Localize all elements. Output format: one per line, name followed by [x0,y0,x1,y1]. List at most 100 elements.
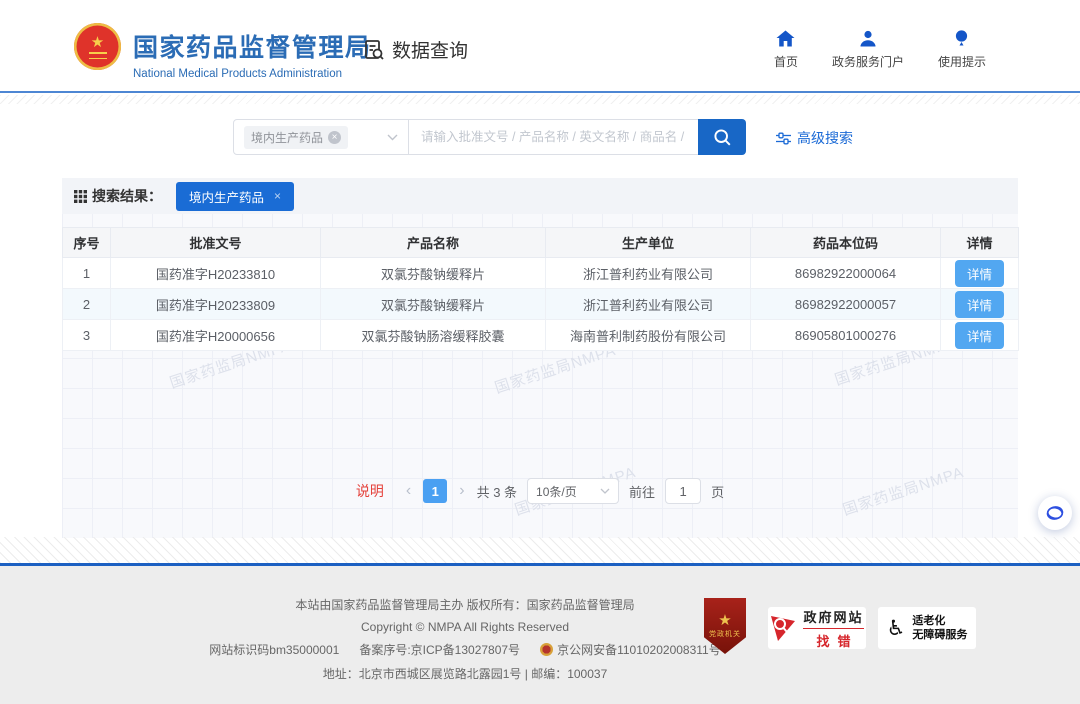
accessibility-top: 适老化 [912,614,945,628]
chevron-down-icon [600,488,610,494]
filter-tag-label: 境内生产药品 [189,187,264,206]
cell-detail: 详情 [941,289,1019,320]
gov-site-error-report-badge[interactable]: 政府网站 找错 [768,607,866,649]
accessibility-bottom: 无障碍服务 [912,628,967,642]
cell-approval-number: 国药准字H20233809 [111,289,321,320]
chat-scribble-icon [1045,504,1065,522]
filter-tag[interactable]: 境内生产药品 × [176,182,294,211]
cell-drug-code: 86982922000057 [751,289,941,320]
nav-item-home[interactable]: 首页 [774,30,798,70]
page-number-active[interactable]: 1 [423,479,447,503]
detail-button[interactable]: 详情 [955,260,1004,287]
advanced-search-link[interactable]: 高级搜索 [776,128,853,148]
nav-home-label: 首页 [774,53,798,70]
nav-item-gov-portal[interactable]: 政务服务门户 [832,30,904,70]
page-size-select[interactable]: 10条/页 [527,478,619,504]
error-report-icon [770,613,796,643]
detail-button[interactable]: 详情 [955,322,1004,349]
goto-suffix-label: 页 [711,482,724,501]
decorative-hatch-bottom [0,537,1080,563]
cell-drug-code: 86905801000276 [751,320,941,351]
next-page-icon[interactable]: › [457,482,466,500]
nav-usage-tips-label: 使用提示 [938,53,986,70]
accessibility-badge[interactable]: ♿ 适老化 无障碍服务 [878,607,976,649]
police-badge-icon [540,643,553,656]
footer-line1: 本站由国家药品监督管理局主办 版权所有：国家药品监督管理局 [150,596,780,613]
police-record: 京公网安备11010202008311号 [540,641,721,658]
cell-no: 1 [63,258,111,289]
col-header-no: 序号 [63,228,111,258]
org-subtitle: National Medical Products Administration [133,68,372,80]
nav-item-usage-tips[interactable]: 使用提示 [938,30,986,70]
wheelchair-icon: ♿ [887,616,906,640]
table-row: 2 国药准字H20233809 双氯芬酸钠缓释片 浙江普利药业有限公司 8698… [63,289,1019,320]
footer-line3: 网站标识码bm35000001 备案序号:京ICP备13027807号 京公网安… [150,641,780,658]
results-bar: 搜索结果： 境内生产药品 × [62,178,1018,214]
cell-approval-number: 国药准字H20233810 [111,258,321,289]
pagination: 说明 ‹ 1 › 共 3 条 10条/页 前往 页 [62,478,1018,504]
footer: 本站由国家药品监督管理局主办 版权所有：国家药品监督管理局 Copyright … [0,566,1080,704]
cell-manufacturer: 浙江普利药业有限公司 [546,258,751,289]
police-number: 京公网安备11010202008311号 [557,641,721,658]
col-header-code: 药品本位码 [751,228,941,258]
footer-text-block: 本站由国家药品监督管理局主办 版权所有：国家药品监督管理局 Copyright … [150,596,780,689]
results-table-wrap: 序号 批准文号 产品名称 生产单位 药品本位码 详情 1 国药准字H202338… [62,227,1018,351]
org-title: 国家药品监督管理局 [133,28,372,64]
prev-page-icon[interactable]: ‹ [404,482,413,500]
detail-button[interactable]: 详情 [955,291,1004,318]
filter-tag-close-icon[interactable]: × [274,189,281,203]
search-input[interactable] [409,119,699,155]
emblem-star-icon: ★ [91,35,104,50]
results-label: 搜索结果： [92,186,162,206]
cell-no: 2 [63,289,111,320]
search-icon [713,128,732,147]
bulb-icon [955,30,968,47]
category-tag-close-icon[interactable]: × [328,131,341,144]
user-icon [859,30,877,47]
grid-icon [74,190,87,203]
cell-product-name: 双氯芬酸钠缓释片 [321,258,546,289]
goto-page-input[interactable] [665,478,701,504]
doc-search-icon [362,38,386,62]
page: ★ 国家药品监督管理局 National Medical Products Ad… [0,0,1080,704]
cell-approval-number: 国药准字H20000656 [111,320,321,351]
total-count-label: 共 3 条 [477,482,517,501]
shield-star-icon: ★ [718,613,731,628]
footer-copyright: Copyright © NMPA All Rights Reserved [150,620,780,634]
category-tag-pill[interactable]: 境内生产药品 × [244,126,348,149]
emblem-gate-icon [89,52,107,59]
data-query-title[interactable]: 数据查询 [362,36,468,63]
col-header-manufacturer: 生产单位 [546,228,751,258]
note-link[interactable]: 说明 [356,481,384,501]
chevron-down-icon [387,134,398,141]
sliders-icon [776,132,791,145]
table-header-row: 序号 批准文号 产品名称 生产单位 药品本位码 详情 [63,228,1019,258]
col-header-approval: 批准文号 [111,228,321,258]
search-button[interactable] [698,119,746,155]
chat-float-button[interactable] [1038,496,1072,530]
national-emblem-logo: ★ [74,23,121,70]
cell-product-name: 双氯芬酸钠缓释片 [321,289,546,320]
cell-drug-code: 86982922000064 [751,258,941,289]
error-report-bottom: 找错 [808,631,858,650]
category-select[interactable]: 境内生产药品 × [233,119,409,155]
nav-gov-portal-label: 政务服务门户 [832,53,904,70]
org-title-block: 国家药品监督管理局 National Medical Products Admi… [133,28,372,80]
site-code: 网站标识码bm35000001 [209,641,339,658]
decorative-hatch-top [0,95,1080,104]
col-header-product: 产品名称 [321,228,546,258]
table-body: 1 国药准字H20233810 双氯芬酸钠缓释片 浙江普利药业有限公司 8698… [63,258,1019,351]
error-report-text: 政府网站 找错 [803,607,863,650]
cell-detail: 详情 [941,320,1019,351]
results-table: 序号 批准文号 产品名称 生产单位 药品本位码 详情 1 国药准字H202338… [62,227,1019,351]
goto-prefix-label: 前往 [629,482,655,501]
data-query-label: 数据查询 [392,36,468,63]
cell-no: 3 [63,320,111,351]
col-header-detail: 详情 [941,228,1019,258]
cell-detail: 详情 [941,258,1019,289]
results-panel: 国家药监局NMPA 国家药监局NMPA 国家药监局NMPA 国家药监局NMPA … [62,178,1018,538]
table-row: 3 国药准字H20000656 双氯芬酸钠肠溶缓释胶囊 海南普利制药股份有限公司… [63,320,1019,351]
home-icon [776,30,795,47]
cell-product-name: 双氯芬酸钠肠溶缓释胶囊 [321,320,546,351]
top-nav: 首页 政务服务门户 使用提示 [774,30,986,70]
